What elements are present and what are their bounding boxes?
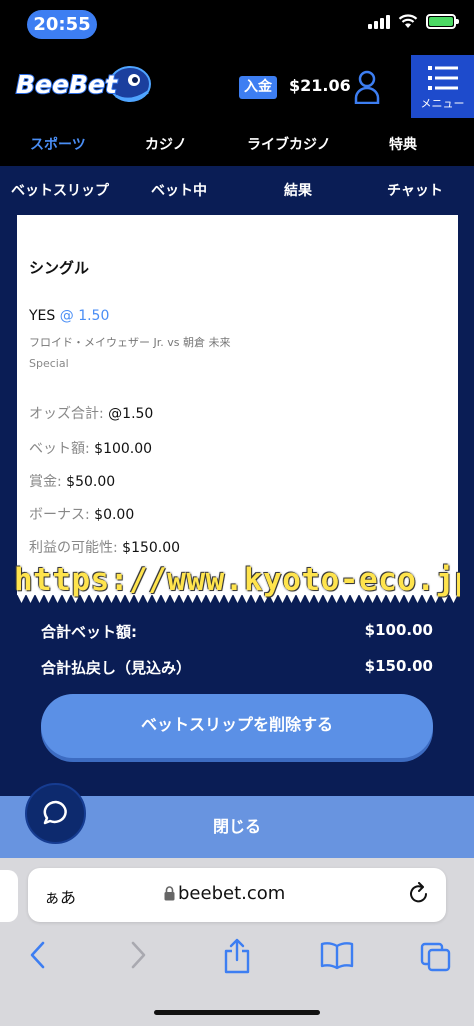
total-payout-label: 合計払戻し（見込み） [41,659,192,677]
status-time: 20:55 [27,10,97,39]
betslip-tabs: ベットスリップ ベット中 結果 チャット [0,166,474,212]
row-label: 利益の可能性: [29,540,118,556]
selection-line: YES @ 1.50 [29,308,109,324]
row-value: $100.00 [94,441,153,457]
row-bonus: ボーナス: $0.00 [29,504,134,524]
signal-icon [368,14,390,29]
market-name: Special [29,357,69,370]
live-chat-button[interactable] [25,783,86,844]
selection-odds: @ 1.50 [59,308,110,324]
total-bet-row: 合計ベット額: $100.00 [41,621,433,642]
deposit-button[interactable]: 入金 [239,76,277,99]
bet-type: シングル [29,259,90,277]
bet-card: シングル YES @ 1.50 フロイド・メイウェザー Jr. vs 朝倉 未来… [17,215,458,603]
selection-name: YES [29,308,56,324]
row-winnings: 賞金: $50.00 [29,471,115,491]
tab-chat[interactable]: チャット [387,180,443,200]
lock-icon [164,886,175,901]
total-payout-row: 合計払戻し（見込み） $150.00 [41,657,433,678]
tab-betslip[interactable]: ベットスリップ [11,180,109,200]
menu-button[interactable]: メニュー [411,55,474,118]
forward-icon[interactable] [130,938,148,972]
row-label: 賞金: [29,474,62,490]
tabs-icon[interactable] [420,938,452,972]
menu-label: メニュー [420,97,465,110]
row-total-odds: オッズ合計: @1.50 [29,403,153,423]
logo-text: BeeBet [16,70,118,99]
account-balance: $21.06 [289,76,351,95]
row-potential-profit: 利益の可能性: $150.00 [29,537,180,557]
total-bet-label: 合計ベット額: [41,623,137,641]
status-bar: 20:55 [0,0,474,50]
chat-bubble-icon [43,800,67,825]
row-value: $150.00 [122,540,181,556]
row-label: オッズ合計: [29,406,104,422]
previous-tab-preview[interactable] [0,870,18,922]
total-bet-value: $100.00 [364,621,433,639]
tab-casino[interactable]: カジノ [145,134,187,154]
status-icons [368,14,459,29]
battery-icon [426,14,459,29]
share-icon[interactable] [222,938,252,974]
watermark-url: https://www.kyoto-eco.jp/ [14,562,460,598]
address-bar[interactable]: ぁあ beebet.com [28,868,446,922]
row-value: $50.00 [66,474,116,490]
row-value: @1.50 [108,406,154,422]
beebet-logo[interactable]: BeeBet [12,62,157,106]
user-icon[interactable] [354,70,380,104]
wifi-icon [398,14,418,28]
delete-betslip-button[interactable]: ベットスリップを削除する [41,694,433,758]
bookmarks-icon[interactable] [320,938,354,972]
row-stake: ベット額: $100.00 [29,438,152,458]
reader-options-button[interactable]: ぁあ [44,884,76,908]
main-nav: スポーツ カジノ ライブカジノ 特典 [0,120,474,166]
tab-sports[interactable]: スポーツ [30,134,86,154]
row-value: $0.00 [94,507,135,523]
home-indicator [154,1010,320,1015]
list-menu-icon [428,66,458,90]
site-header: BeeBet [0,50,474,120]
tab-live-casino[interactable]: ライブカジノ [247,134,331,154]
back-icon[interactable] [28,938,46,972]
tab-promotions[interactable]: 特典 [389,134,417,154]
total-payout-value: $150.00 [364,657,433,675]
reload-icon[interactable] [408,882,430,906]
row-label: ボーナス: [29,507,90,523]
url-text: beebet.com [178,883,286,904]
tab-results[interactable]: 結果 [284,180,312,200]
tab-open-bets[interactable]: ベット中 [151,180,207,200]
match-name: フロイド・メイウェザー Jr. vs 朝倉 未来 [29,336,231,349]
row-label: ベット額: [29,441,90,457]
